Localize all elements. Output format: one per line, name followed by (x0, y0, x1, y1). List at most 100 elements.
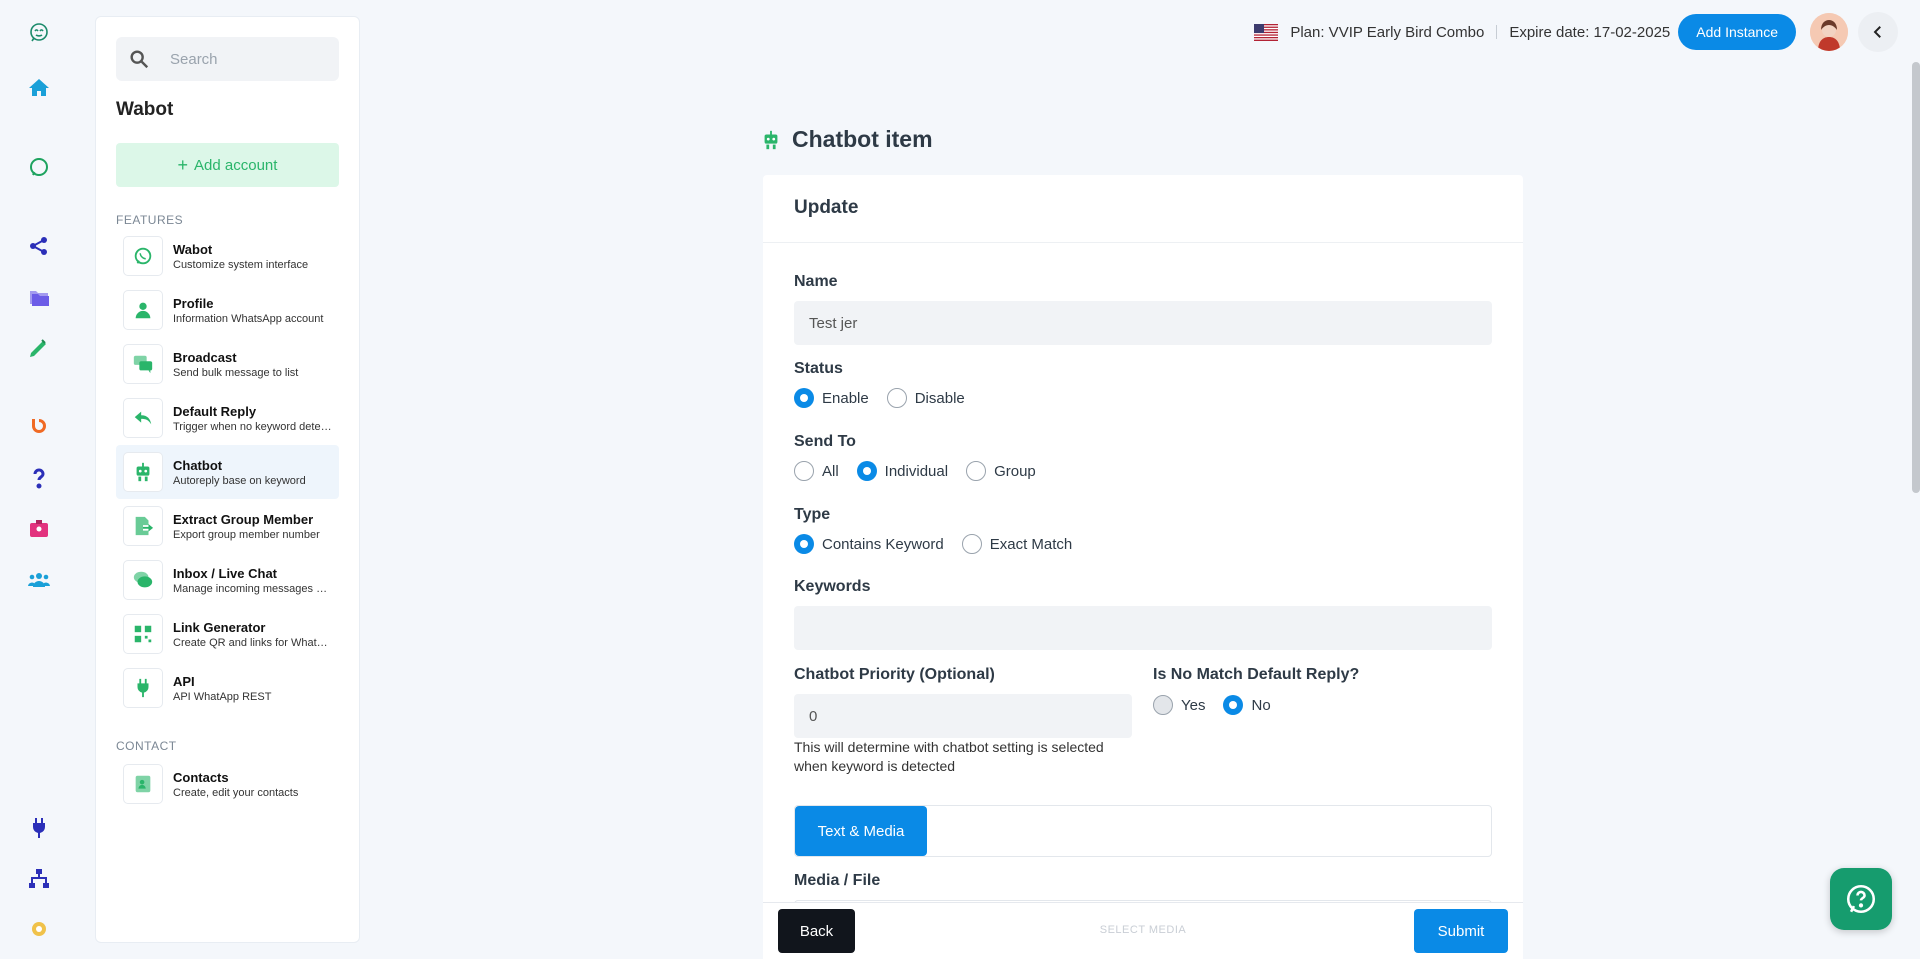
submit-button[interactable]: Submit (1414, 909, 1508, 953)
radio-label: All (822, 462, 839, 480)
add-account-button[interactable]: + Add account (116, 143, 339, 187)
type-radio-group: Contains Keyword Exact Match (794, 534, 1090, 554)
reply-icon (123, 398, 163, 438)
status-enable-radio[interactable]: Enable (794, 388, 869, 408)
id-badge-icon[interactable] (22, 512, 56, 546)
chat-bubbles-icon (123, 344, 163, 384)
select-media-text[interactable]: SELECT MEDIA (763, 924, 1523, 936)
keywords-input[interactable] (794, 606, 1492, 650)
no-match-yes-radio[interactable]: Yes (1153, 695, 1205, 715)
menu-item-title: Profile (173, 295, 214, 311)
send-to-individual-radio[interactable]: Individual (856, 461, 949, 481)
user-icon (123, 290, 163, 330)
type-exact-match-radio[interactable]: Exact Match (961, 534, 1073, 554)
chevron-left-icon (1873, 26, 1881, 38)
menu-item-broadcast[interactable]: Broadcast Send bulk message to list (116, 337, 339, 391)
menu-item-api[interactable]: API API WhatApp REST (116, 661, 339, 715)
app-logo-icon[interactable] (22, 16, 56, 50)
radio-dot (794, 461, 814, 481)
menu-item-extract-group-member[interactable]: Extract Group Member Export group member … (116, 499, 339, 553)
radio-label: Disable (914, 389, 965, 407)
features-section-label: FEATURES (116, 213, 184, 227)
blogger-icon[interactable] (22, 410, 56, 444)
menu-item-title: Inbox / Live Chat (173, 565, 278, 581)
form-footer: Back SELECT MEDIA Submit (763, 902, 1523, 959)
menu-item-title: Extract Group Member (173, 511, 314, 527)
add-account-label: Add account (194, 156, 278, 174)
status-disable-radio[interactable]: Disable (886, 388, 965, 408)
menu-item-profile[interactable]: Profile Information WhatsApp account (116, 283, 339, 337)
menu-item-default-reply[interactable]: Default Reply Trigger when no keyword det… (116, 391, 339, 445)
menu-item-inbox-live-chat[interactable]: Inbox / Live Chat Manage incoming message… (116, 553, 339, 607)
send-to-group-radio[interactable]: Group (966, 461, 1036, 481)
priority-help-text: This will determine with chatbot setting… (794, 739, 1104, 774)
menu-item-subtitle: Customize system interface (173, 258, 309, 271)
radio-dot (961, 534, 982, 554)
radio-label: Exact Match (989, 535, 1073, 553)
menu-item-wabot[interactable]: Wabot Customize system interface (116, 229, 339, 283)
home-icon[interactable] (22, 71, 56, 105)
collapse-button[interactable] (1858, 12, 1898, 52)
no-match-label: Is No Match Default Reply? (1153, 666, 1360, 683)
search-input[interactable] (170, 50, 320, 68)
plug-icon[interactable] (22, 811, 56, 845)
chat-icon (123, 560, 163, 600)
menu-item-subtitle: Manage incoming messages and chats (173, 582, 333, 595)
menu-item-contacts[interactable]: Contacts Create, edit your contacts (116, 757, 339, 811)
whatsapp-icon[interactable] (22, 150, 56, 184)
menu-item-subtitle: Create, edit your contacts (173, 786, 299, 799)
radio-dot (794, 534, 814, 554)
radio-dot (1153, 695, 1173, 715)
folders-icon[interactable] (22, 280, 56, 314)
type-contains-keyword-radio[interactable]: Contains Keyword (794, 534, 944, 554)
settings-gear-icon[interactable] (22, 912, 56, 946)
contact-section-label: CONTACT (116, 739, 177, 753)
plus-icon: + (177, 155, 189, 175)
qr-icon (123, 614, 163, 654)
menu-item-chatbot[interactable]: Chatbot Autoreply base on keyword (116, 445, 339, 499)
name-input[interactable] (794, 301, 1492, 345)
menu-item-subtitle: Send bulk message to list (173, 366, 299, 379)
no-match-no-radio[interactable]: No (1223, 695, 1271, 715)
menu-item-title: Default Reply (173, 403, 257, 419)
status-label: Status (794, 360, 843, 377)
sitemap-icon[interactable] (22, 862, 56, 896)
divider (1496, 25, 1498, 39)
plug-icon (123, 668, 163, 708)
radio-dot (794, 388, 814, 408)
radio-label: Individual (884, 462, 949, 480)
question-chat-icon (1846, 884, 1876, 914)
tab-text-media[interactable]: Text & Media (795, 806, 927, 856)
no-match-radio-group: Yes No (1153, 695, 1289, 715)
menu-item-subtitle: Create QR and links for WhatsApp (173, 636, 333, 649)
users-group-icon[interactable] (22, 563, 56, 597)
card-title: Update (763, 175, 1523, 243)
search-box[interactable] (116, 37, 339, 81)
name-label: Name (794, 273, 838, 290)
export-icon (123, 506, 163, 546)
send-to-all-radio[interactable]: All (794, 461, 839, 481)
robot-icon (123, 452, 163, 492)
menu-item-title: Contacts (173, 769, 229, 785)
scrollbar[interactable] (1912, 62, 1920, 493)
sidebar-title: Wabot (116, 99, 174, 120)
radio-label: Contains Keyword (822, 535, 944, 553)
help-question-icon[interactable] (22, 461, 56, 495)
menu-item-title: Link Generator (173, 619, 266, 635)
avatar[interactable] (1810, 13, 1848, 51)
menu-item-link-generator[interactable]: Link Generator Create QR and links for Wh… (116, 607, 339, 661)
add-instance-button[interactable]: Add Instance (1678, 14, 1796, 50)
pencil-edit-icon[interactable] (22, 331, 56, 365)
send-to-label: Send To (794, 433, 856, 450)
icon-rail (0, 0, 78, 959)
contact-menu: Contacts Create, edit your contacts (116, 757, 339, 811)
type-label: Type (794, 506, 831, 523)
features-sidebar: Wabot + Add account FEATURES WabotCustom… (95, 16, 360, 943)
contact-card-icon (123, 764, 163, 804)
priority-input[interactable] (794, 694, 1132, 738)
help-chat-button[interactable] (1830, 868, 1892, 930)
radio-dot (966, 461, 987, 481)
share-network-icon[interactable] (22, 229, 56, 263)
media-file-label: Media / File (794, 872, 881, 889)
search-icon (130, 50, 149, 69)
